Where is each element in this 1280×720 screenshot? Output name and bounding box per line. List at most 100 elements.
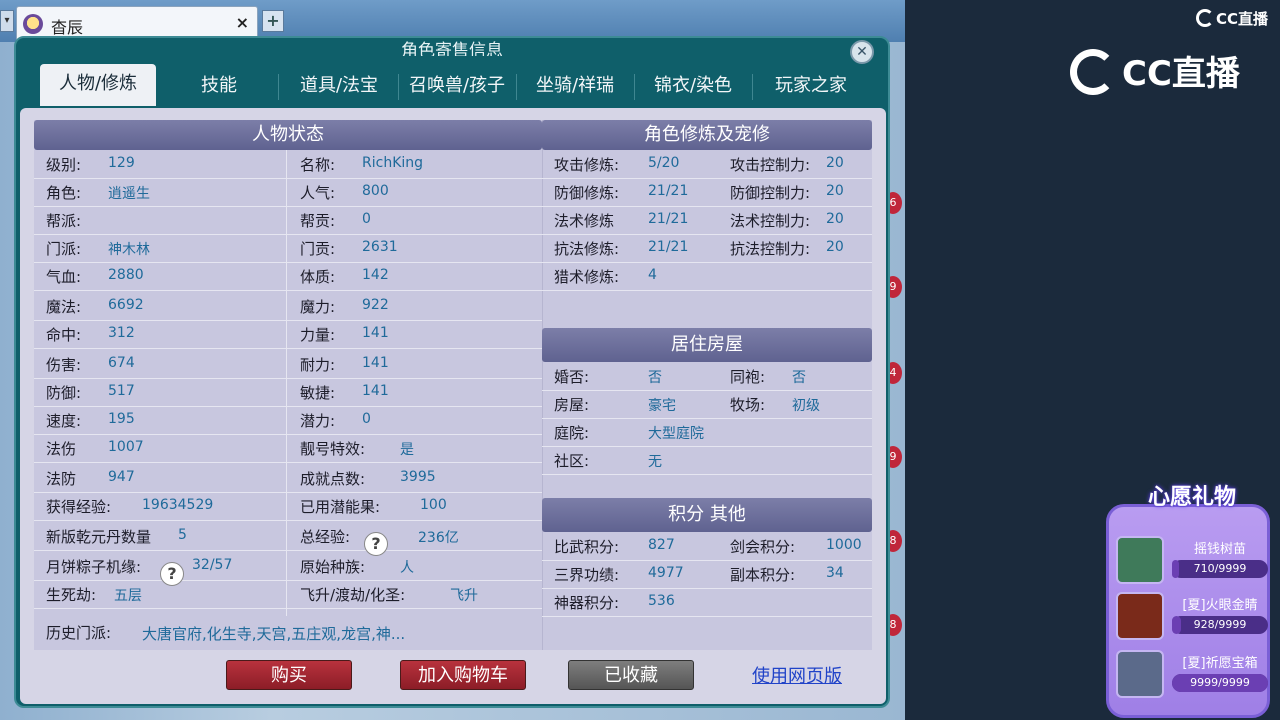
row-label: 同袍: xyxy=(730,368,766,386)
gift-progress-bar: 710/9999 xyxy=(1172,560,1268,578)
status-label: 敏捷: xyxy=(300,384,336,402)
status-label: 门派: xyxy=(46,240,82,258)
new-tab-button[interactable]: + xyxy=(262,10,284,32)
gift-image-icon xyxy=(1116,592,1164,640)
status-value: 922 xyxy=(362,297,389,313)
table-row-divider xyxy=(34,462,542,463)
row-value: 1000 xyxy=(826,537,862,553)
dialog-title: 角色寄售信息 xyxy=(401,41,503,56)
favorited-button[interactable]: 已收藏 xyxy=(568,660,694,690)
dialog-tabs: 人物/修炼 技能 道具/法宝 召唤兽/孩子 坐骑/祥瑞 锦衣/染色 玩家之家 xyxy=(40,64,870,106)
tab-skills[interactable]: 技能 xyxy=(160,66,278,106)
tab-pets[interactable]: 召唤兽/孩子 xyxy=(398,66,516,106)
status-value: 五层 xyxy=(114,588,142,604)
gift-count: 710/9999 xyxy=(1193,562,1247,575)
status-label: 名称: xyxy=(300,156,336,174)
row-value: 无 xyxy=(648,454,662,470)
row-value: 21/21 xyxy=(648,183,689,199)
status-label: 气血: xyxy=(46,268,82,286)
row-label: 房屋: xyxy=(554,396,590,414)
status-label: 防御: xyxy=(46,384,82,402)
table-row-divider xyxy=(34,290,542,291)
table-row-divider xyxy=(542,234,872,235)
gift-item[interactable]: [夏]祈愿宝箱 9999/9999 xyxy=(1116,648,1268,700)
close-icon[interactable]: ✕ xyxy=(850,40,874,64)
row-value: 21/21 xyxy=(648,239,689,255)
status-label: 力量: xyxy=(300,326,336,344)
status-value: 3995 xyxy=(400,469,436,485)
table-row-divider xyxy=(542,560,872,561)
table-row-divider xyxy=(34,434,542,435)
row-label: 抗法修炼: xyxy=(554,240,620,258)
row-label: 神器积分: xyxy=(554,594,620,612)
section-heading-cultivation: 角色修炼及宠修 xyxy=(542,120,872,150)
status-value: 2631 xyxy=(362,239,398,255)
browser-tab[interactable]: 杳辰 × xyxy=(16,6,258,40)
status-value: 312 xyxy=(108,325,135,341)
status-label: 耐力: xyxy=(300,356,336,374)
status-value: 141 xyxy=(362,325,389,341)
table-row-divider xyxy=(542,418,872,419)
role-sale-dialog: 角色寄售信息 ✕ 人物/修炼 技能 道具/法宝 召唤兽/孩子 坐骑/祥瑞 锦衣/… xyxy=(14,36,890,708)
status-label: 法防 xyxy=(46,470,77,488)
status-label: 潜力: xyxy=(300,412,336,430)
history-sects-value: 大唐官府,化生寺,天宫,五庄观,龙宫,神... xyxy=(142,625,406,643)
status-value: 5 xyxy=(178,527,187,543)
status-label: 速度: xyxy=(46,412,82,430)
table-row-divider xyxy=(542,206,872,207)
cc-live-small-logo: CC直播 xyxy=(1196,8,1268,29)
status-label: 级别: xyxy=(46,156,82,174)
tab-items[interactable]: 道具/法宝 xyxy=(280,66,398,106)
status-label: 体质: xyxy=(300,268,336,286)
web-version-link[interactable]: 使用网页版 xyxy=(752,662,842,688)
row-label: 法术控制力: xyxy=(730,212,811,230)
status-value: 674 xyxy=(108,355,135,371)
status-value: 神木林 xyxy=(108,242,150,258)
status-label: 角色: xyxy=(46,184,82,202)
status-label: 魔力: xyxy=(300,298,336,316)
help-icon[interactable]: ? xyxy=(364,532,388,556)
row-value: 20 xyxy=(826,183,844,199)
status-label: 月饼粽子机缘: xyxy=(46,558,142,576)
status-value: 2880 xyxy=(108,267,144,283)
status-value: 800 xyxy=(362,183,389,199)
section-heading-housing: 居住房屋 xyxy=(542,328,872,362)
status-value: 19634529 xyxy=(142,497,214,513)
table-row-divider xyxy=(34,206,542,207)
tab-close-icon[interactable]: × xyxy=(236,13,249,32)
cc-live-logo-text: CC直播 xyxy=(1122,54,1240,94)
table-row-divider xyxy=(34,580,542,581)
tab-character[interactable]: 人物/修炼 xyxy=(40,64,156,106)
row-value: 4977 xyxy=(648,565,684,581)
row-value: 5/20 xyxy=(648,155,680,171)
gift-item[interactable]: [夏]火眼金睛 928/9999 xyxy=(1116,590,1268,642)
row-value: 20 xyxy=(826,239,844,255)
cc-live-logo: CC直播 xyxy=(1070,46,1240,95)
buy-button[interactable]: 购买 xyxy=(226,660,352,690)
gift-image-icon xyxy=(1116,650,1164,698)
gift-name: [夏]祈愿宝箱 xyxy=(1182,656,1258,671)
status-label: 已用潜能果: xyxy=(300,498,381,516)
column-divider xyxy=(286,150,287,616)
status-label: 新版乾元丹数量 xyxy=(46,528,152,546)
status-label: 门贡: xyxy=(300,240,336,258)
help-icon[interactable]: ? xyxy=(160,562,184,586)
history-sects-label: 历史门派: xyxy=(46,624,112,642)
gift-item[interactable]: 摇钱树苗 710/9999 xyxy=(1116,534,1268,586)
tab-outfits[interactable]: 锦衣/染色 xyxy=(634,66,752,106)
tab-scroll-button[interactable]: ▾ xyxy=(0,10,14,32)
tab-home[interactable]: 玩家之家 xyxy=(752,66,870,106)
add-to-cart-button[interactable]: 加入购物车 xyxy=(400,660,526,690)
game-viewport: ▾ 杳辰 × + 6 9 4 9 8 8 角色寄售信息 ✕ 人物/修炼 技能 道… xyxy=(0,0,905,720)
table-row-divider xyxy=(542,616,872,617)
table-row-divider xyxy=(542,390,872,391)
wish-gift-title: 心愿礼物 xyxy=(1147,485,1236,510)
row-value: 豪宅 xyxy=(648,398,676,414)
status-label: 成就点数: xyxy=(300,470,366,488)
row-label: 防御修炼: xyxy=(554,184,620,202)
status-label: 总经验: xyxy=(300,528,351,546)
row-label: 攻击控制力: xyxy=(730,156,811,174)
row-label: 猎术修炼: xyxy=(554,268,620,286)
tab-mounts[interactable]: 坐骑/祥瑞 xyxy=(516,66,634,106)
status-value: 人 xyxy=(400,560,414,576)
